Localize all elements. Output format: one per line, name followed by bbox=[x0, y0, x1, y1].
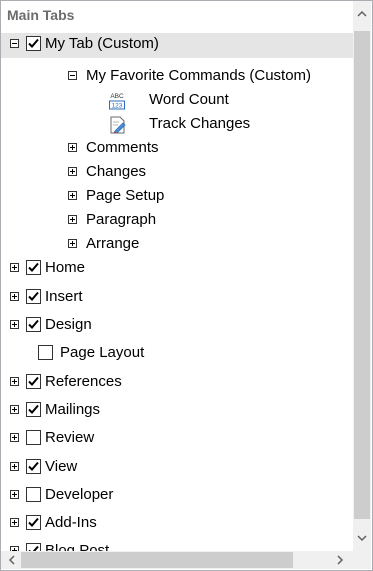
tree-item-review[interactable]: Review bbox=[1, 427, 353, 452]
tree-item-paragraph[interactable]: Paragraph bbox=[1, 209, 353, 234]
tree-item-references[interactable]: References bbox=[1, 371, 353, 396]
tree-item-label: Home bbox=[45, 259, 86, 276]
tree-item-label: Comments bbox=[86, 139, 159, 156]
expand-toggle[interactable] bbox=[10, 292, 19, 301]
tree-header: Main Tabs bbox=[7, 7, 75, 23]
command-word-count[interactable]: ABC 123 Word Count bbox=[1, 89, 353, 114]
scroll-down-button[interactable] bbox=[353, 529, 371, 547]
checkmark-icon bbox=[28, 545, 39, 551]
word-count-icon: ABC 123 bbox=[107, 91, 127, 111]
checkmark-icon bbox=[28, 517, 39, 527]
tree-item-arrange[interactable]: Arrange bbox=[1, 233, 353, 258]
tree-item-page-layout[interactable]: Page Layout bbox=[1, 342, 353, 367]
checkmark-icon bbox=[28, 461, 39, 471]
checkbox-page-layout[interactable] bbox=[38, 345, 53, 360]
tree-item-my-tab[interactable]: My Tab (Custom) bbox=[1, 33, 353, 58]
expand-toggle[interactable] bbox=[68, 143, 77, 152]
expand-toggle[interactable] bbox=[10, 377, 19, 386]
tree-item-label: Page Setup bbox=[86, 187, 165, 204]
tree-item-blog-post[interactable]: Blog Post bbox=[1, 540, 353, 551]
checkbox-insert[interactable] bbox=[26, 289, 41, 304]
collapse-toggle[interactable] bbox=[68, 71, 77, 80]
svg-text:ABC: ABC bbox=[110, 93, 124, 100]
tree-item-label: Arrange bbox=[86, 235, 140, 252]
tree-item-home[interactable]: Home bbox=[1, 257, 353, 282]
expand-toggle[interactable] bbox=[68, 239, 77, 248]
tree-item-label: My Tab (Custom) bbox=[45, 35, 159, 52]
scroll-left-button[interactable] bbox=[3, 551, 21, 569]
collapse-toggle[interactable] bbox=[10, 39, 19, 48]
tree-item-page-setup[interactable]: Page Setup bbox=[1, 185, 353, 210]
vertical-scrollbar[interactable] bbox=[353, 1, 371, 551]
tree-item-label: Changes bbox=[86, 163, 147, 180]
scroll-up-button[interactable] bbox=[353, 5, 371, 23]
expand-toggle[interactable] bbox=[10, 433, 19, 442]
checkmark-icon bbox=[28, 404, 39, 414]
tree-item-view[interactable]: View bbox=[1, 456, 353, 481]
horizontal-scroll-thumb[interactable] bbox=[21, 552, 293, 568]
checkmark-icon bbox=[28, 376, 39, 386]
tree-item-add-ins[interactable]: Add-Ins bbox=[1, 512, 353, 537]
checkbox-add-ins[interactable] bbox=[26, 515, 41, 530]
tree-item-label: Design bbox=[45, 316, 92, 333]
tree-item-label: References bbox=[45, 373, 122, 390]
command-track-changes[interactable]: Track Changes bbox=[1, 113, 353, 138]
checkbox-home[interactable] bbox=[26, 260, 41, 275]
chevron-up-icon bbox=[357, 10, 367, 17]
expand-toggle[interactable] bbox=[68, 167, 77, 176]
tree-item-label: Add-Ins bbox=[45, 514, 97, 531]
checkmark-icon bbox=[28, 38, 39, 48]
expand-toggle[interactable] bbox=[10, 263, 19, 272]
scrollbar-corner bbox=[353, 551, 371, 569]
tree-item-my-favorite-commands[interactable]: My Favorite Commands (Custom) bbox=[1, 65, 353, 90]
checkbox-blog-post[interactable] bbox=[26, 543, 41, 551]
command-label: Word Count bbox=[149, 91, 229, 108]
main-tabs-tree-panel: Main Tabs My Tab (Custom) My Favorite Co… bbox=[0, 0, 373, 571]
tree-item-developer[interactable]: Developer bbox=[1, 484, 353, 509]
expand-toggle[interactable] bbox=[10, 320, 19, 329]
checkmark-icon bbox=[28, 291, 39, 301]
checkmark-icon bbox=[28, 262, 39, 272]
checkbox-references[interactable] bbox=[26, 374, 41, 389]
tree-item-label: Page Layout bbox=[60, 344, 145, 361]
tree-item-comments[interactable]: Comments bbox=[1, 137, 353, 162]
command-label: Track Changes bbox=[149, 115, 251, 132]
tree-item-label: Mailings bbox=[45, 401, 101, 418]
expand-toggle[interactable] bbox=[10, 518, 19, 527]
expand-toggle[interactable] bbox=[10, 462, 19, 471]
chevron-right-icon bbox=[337, 555, 344, 565]
track-changes-icon bbox=[108, 115, 128, 135]
tree-item-label: Insert bbox=[45, 288, 83, 305]
checkmark-icon bbox=[28, 319, 39, 329]
tree-item-changes[interactable]: Changes bbox=[1, 161, 353, 186]
checkbox-review[interactable] bbox=[26, 430, 41, 445]
scroll-right-button[interactable] bbox=[331, 551, 349, 569]
expand-toggle[interactable] bbox=[68, 191, 77, 200]
checkbox-design[interactable] bbox=[26, 317, 41, 332]
tree-item-label: Paragraph bbox=[86, 211, 157, 228]
chevron-down-icon bbox=[357, 535, 367, 542]
horizontal-scrollbar[interactable] bbox=[1, 551, 353, 569]
tree-item-label: Blog Post bbox=[45, 542, 110, 551]
expand-toggle[interactable] bbox=[10, 490, 19, 499]
tree-item-mailings[interactable]: Mailings bbox=[1, 399, 353, 424]
checkbox-my-tab[interactable] bbox=[26, 36, 41, 51]
tree-item-label: Developer bbox=[45, 486, 114, 503]
checkbox-developer[interactable] bbox=[26, 487, 41, 502]
chevron-left-icon bbox=[8, 555, 15, 565]
svg-text:123: 123 bbox=[112, 103, 123, 110]
expand-toggle[interactable] bbox=[10, 405, 19, 414]
tree-item-design[interactable]: Design bbox=[1, 314, 353, 339]
expand-toggle[interactable] bbox=[68, 215, 77, 224]
tree-item-label: Review bbox=[45, 429, 95, 446]
tree-item-label: View bbox=[45, 458, 78, 475]
tree-item-insert[interactable]: Insert bbox=[1, 286, 353, 311]
tree-item-label: My Favorite Commands (Custom) bbox=[86, 67, 312, 84]
checkbox-view[interactable] bbox=[26, 459, 41, 474]
tree-view: Main Tabs My Tab (Custom) My Favorite Co… bbox=[1, 1, 353, 551]
checkbox-mailings[interactable] bbox=[26, 402, 41, 417]
vertical-scroll-thumb[interactable] bbox=[354, 31, 370, 519]
